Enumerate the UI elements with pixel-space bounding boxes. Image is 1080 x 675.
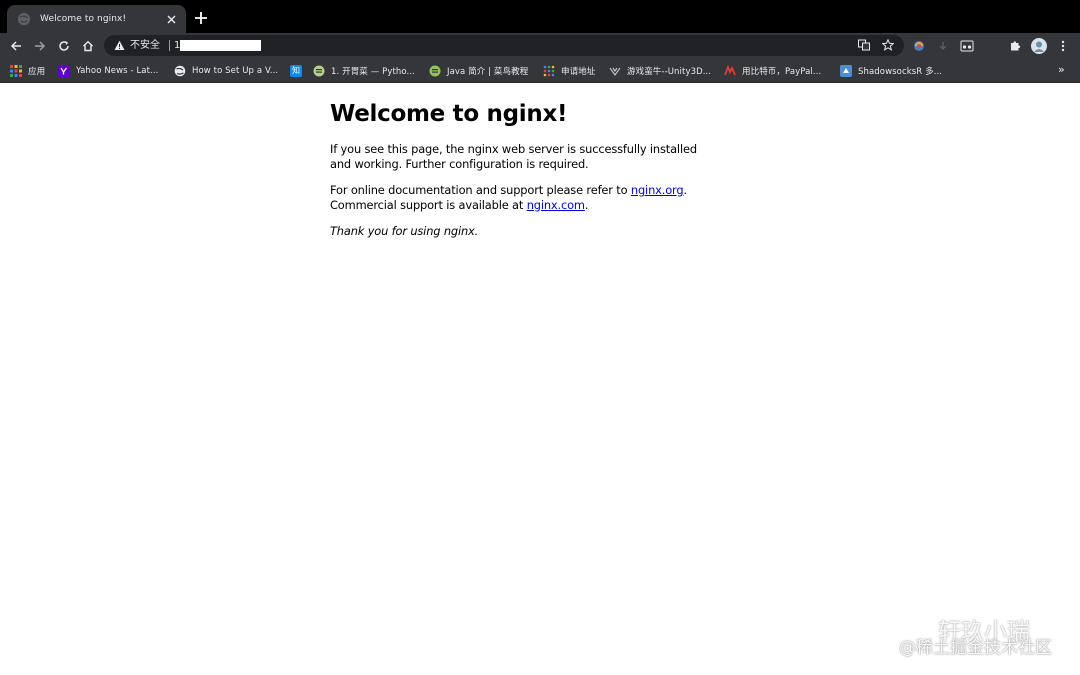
tab-title: Welcome to nginx! bbox=[40, 14, 127, 24]
forward-arrow-icon[interactable] bbox=[32, 38, 48, 54]
tab-close-icon[interactable] bbox=[164, 12, 178, 26]
zhihu-glyph: 知 bbox=[292, 66, 300, 75]
bookmark-label: 应用 bbox=[28, 67, 46, 77]
bookmark-label: Java 简介 | 菜鸟教程 bbox=[447, 67, 529, 77]
bookmark-python-tutorial[interactable]: 1. 开胃菜 — Pytho... bbox=[313, 64, 415, 78]
bookmark-bitcoin-paypal[interactable]: 用比特币，PayPal... bbox=[724, 64, 821, 78]
extension-colorful-icon[interactable] bbox=[911, 38, 927, 54]
watermark-site: @稀土掘金技术社区 bbox=[899, 638, 1052, 658]
yahoo-icon bbox=[58, 65, 70, 77]
site-icon bbox=[313, 65, 325, 77]
new-tab-plus-icon[interactable] bbox=[194, 11, 208, 25]
thank-you-text: Thank you for using nginx. bbox=[330, 224, 479, 238]
tab-welcome-nginx[interactable]: Welcome to nginx! bbox=[7, 5, 186, 33]
unity-icon bbox=[609, 65, 621, 77]
red-logo-icon bbox=[724, 65, 736, 77]
commercial-text: Commercial support is available at bbox=[330, 197, 527, 212]
bookmark-label: 用比特币，PayPal... bbox=[742, 67, 822, 77]
back-arrow-icon[interactable] bbox=[8, 38, 24, 54]
bookmark-unity3d[interactable]: 游戏蛮牛--Unity3D... bbox=[609, 64, 711, 78]
bookmark-apply-address[interactable]: 申请地址 bbox=[543, 64, 595, 78]
bookmarks-bar: 应用 Yahoo News - Lat... How to Set Up a V… bbox=[0, 60, 1080, 83]
browser-toolbar: 不安全 1 bbox=[0, 33, 1080, 60]
nginx-org-link[interactable]: nginx.org bbox=[631, 183, 684, 197]
ssr-icon bbox=[840, 65, 852, 77]
nginx-welcome-content: Welcome to nginx! If you see this page, … bbox=[330, 100, 720, 239]
bookmark-java-runoob[interactable]: Java 简介 | 菜鸟教程 bbox=[429, 64, 528, 78]
commercial-period: . bbox=[584, 197, 589, 212]
bookmark-zhihu[interactable]: 知 bbox=[290, 64, 302, 78]
reload-icon[interactable] bbox=[56, 38, 72, 54]
bookmark-yahoo-news[interactable]: Yahoo News - Lat... bbox=[58, 64, 158, 78]
apps-grid-icon bbox=[10, 65, 22, 77]
nginx-com-link[interactable]: nginx.com bbox=[527, 198, 585, 212]
page-viewport: Welcome to nginx! If you see this page, … bbox=[0, 84, 1080, 675]
address-bar[interactable]: 不安全 1 bbox=[104, 35, 904, 56]
extension-reader-icon[interactable] bbox=[959, 38, 975, 54]
support-text: For online documentation and support ple… bbox=[330, 183, 631, 197]
dots-grid-icon bbox=[543, 65, 555, 77]
support-paragraph: For online documentation and support ple… bbox=[330, 183, 720, 212]
thank-you-paragraph: Thank you for using nginx. bbox=[330, 224, 720, 239]
bookmark-label: 申请地址 bbox=[561, 67, 596, 77]
support-period: . bbox=[683, 183, 687, 197]
omnibox-separator bbox=[169, 40, 170, 51]
bookmark-label: Yahoo News - Lat... bbox=[76, 66, 159, 76]
profile-avatar-icon[interactable] bbox=[1031, 38, 1047, 54]
not-secure-label[interactable]: 不安全 bbox=[130, 38, 160, 53]
bookmark-label: 游戏蛮牛--Unity3D... bbox=[627, 67, 712, 77]
download-disabled-icon[interactable] bbox=[935, 38, 951, 54]
bookmark-label: 1. 开胃菜 — Pytho... bbox=[331, 67, 415, 77]
bookmark-label: ShadowsocksR 多... bbox=[858, 67, 943, 77]
zhihu-icon: 知 bbox=[290, 65, 302, 77]
install-message: If you see this page, the nginx web serv… bbox=[330, 142, 697, 171]
bookmark-star-icon[interactable] bbox=[881, 38, 895, 52]
page-heading: Welcome to nginx! bbox=[330, 101, 568, 127]
bookmark-label: How to Set Up a V... bbox=[192, 66, 279, 76]
runoob-icon bbox=[429, 65, 441, 77]
bookmark-shadowsocksr[interactable]: ShadowsocksR 多... bbox=[840, 64, 942, 78]
home-icon[interactable] bbox=[80, 38, 96, 54]
url-redaction bbox=[180, 40, 261, 51]
warning-triangle-icon[interactable] bbox=[114, 40, 125, 51]
bookmark-how-to-set-up[interactable]: How to Set Up a V... bbox=[174, 64, 278, 78]
globe-favicon-icon bbox=[18, 13, 30, 25]
browser-menu-icon[interactable] bbox=[1055, 38, 1071, 54]
extensions-puzzle-icon[interactable] bbox=[1007, 38, 1023, 54]
bookmarks-overflow-chevron-icon[interactable]: » bbox=[1058, 63, 1065, 76]
tab-strip: Welcome to nginx! bbox=[0, 0, 1080, 33]
translate-icon[interactable] bbox=[857, 38, 871, 52]
bookmark-apps[interactable]: 应用 bbox=[10, 64, 45, 78]
globe-icon bbox=[174, 65, 186, 77]
